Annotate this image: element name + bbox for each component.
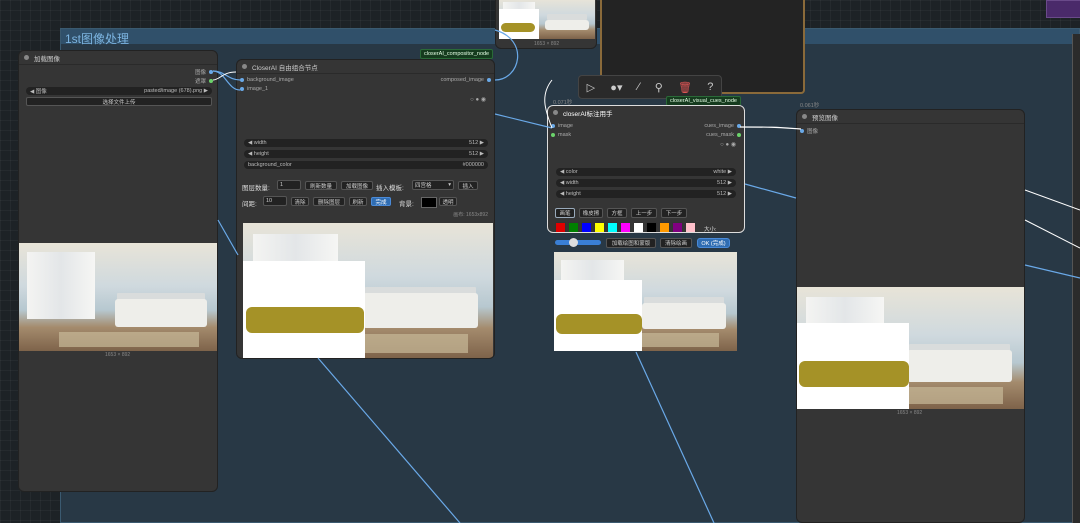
connection-wires <box>212 29 1080 523</box>
graph-canvas[interactable]: 1st图像处理 1653 × 892 加载图像 图像 遮罩 ◀ 图像 paste… <box>0 0 1080 523</box>
